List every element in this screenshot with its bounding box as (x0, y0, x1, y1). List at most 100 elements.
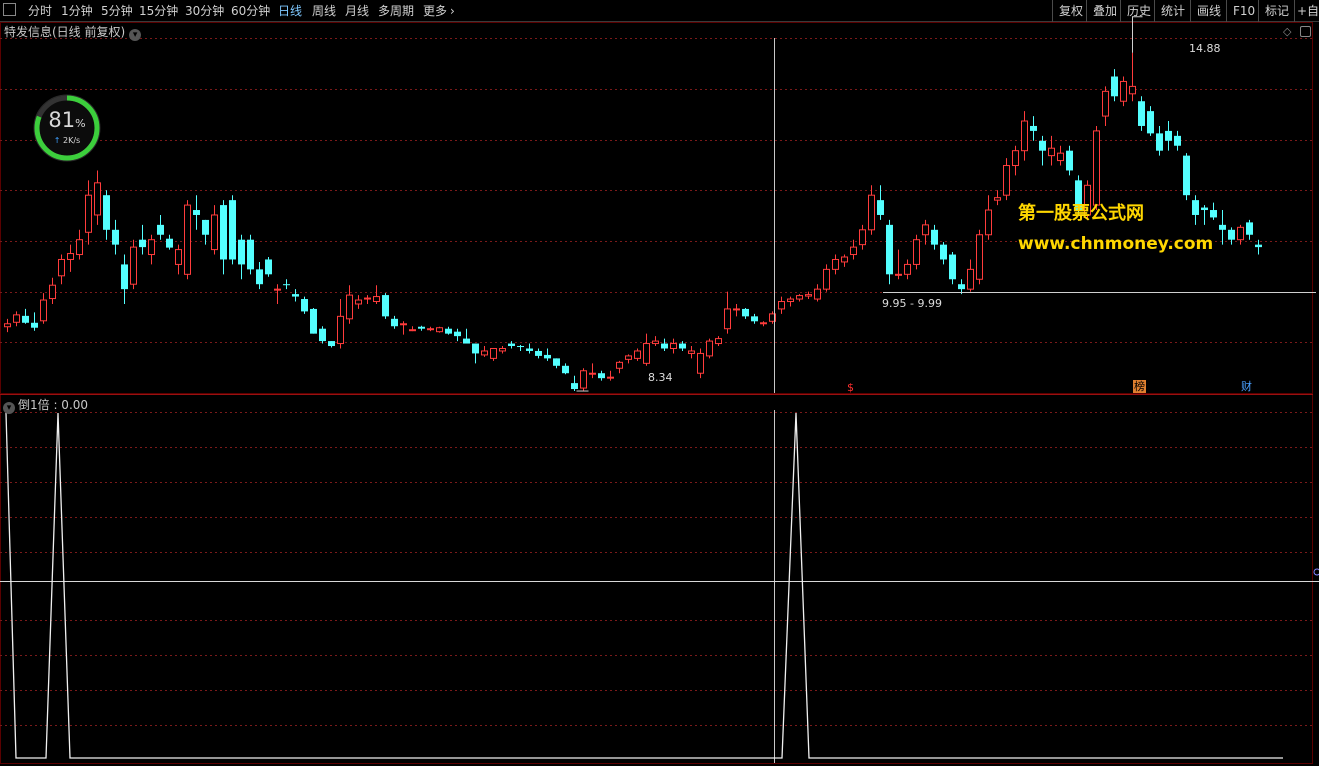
candle-body (166, 238, 173, 248)
candle-body (202, 219, 209, 235)
candle-body (958, 284, 965, 290)
candle-body (1138, 101, 1145, 126)
gauge-percent-unit: % (75, 117, 86, 130)
candle-body (148, 239, 155, 256)
candle-body (490, 347, 497, 359)
candle-body (220, 205, 227, 260)
candle-body (1174, 135, 1181, 146)
main-chart-title[interactable]: 特发信息(日线 前复权) ▾ (4, 24, 142, 41)
candle-body (787, 298, 794, 303)
candle-body (724, 308, 731, 330)
candle-body (283, 284, 290, 286)
candle-body (1066, 150, 1073, 171)
candle-body (463, 338, 470, 344)
candle-body (733, 308, 740, 311)
candle-body (1021, 120, 1028, 152)
candle-body (580, 370, 587, 389)
candle-body (688, 350, 695, 354)
watermark-title: 第一股票公式网 (1018, 203, 1144, 224)
candle-body (679, 343, 686, 349)
candle-body (112, 229, 119, 245)
candle-body (940, 244, 947, 260)
candle-body (58, 258, 65, 277)
candle-body (373, 296, 380, 303)
candle-body (1219, 224, 1226, 230)
candle-body (796, 295, 803, 300)
candle-body (571, 383, 578, 390)
chevron-down-icon[interactable]: ▾ (3, 402, 15, 414)
watermark-url: www.chnmoney.com (1018, 234, 1214, 254)
candle-body (526, 348, 533, 351)
candle-body (1147, 111, 1154, 134)
candle-body (382, 295, 389, 317)
chart-overlays (576, 16, 1316, 763)
candle-body (157, 224, 164, 235)
indicator-title[interactable]: ▾ 倒1倍 : 0.00 (3, 397, 88, 414)
candle-body (139, 239, 146, 248)
candle-body (1012, 150, 1019, 167)
diamond-icon[interactable]: ◇ (1283, 25, 1291, 38)
candle-body (193, 210, 200, 215)
candle-body (427, 328, 434, 331)
event-marker-finance[interactable]: 财 (1240, 380, 1253, 393)
candle-body (1048, 147, 1055, 157)
candle-body (175, 249, 182, 265)
candle-body (814, 288, 821, 300)
candle-body (877, 200, 884, 215)
candle-body (400, 323, 407, 326)
candle-body (85, 194, 92, 233)
candle-body (670, 343, 677, 349)
candle-body (1228, 229, 1235, 240)
candle-body (967, 268, 974, 290)
candle-body (742, 308, 749, 317)
candle-body (715, 338, 722, 345)
candle-body (31, 322, 38, 328)
indicator-line (5, 412, 1283, 759)
event-marker-dollar[interactable]: $ (846, 381, 855, 394)
candle-body (553, 358, 560, 366)
panel-toggle-icon[interactable] (1300, 26, 1311, 37)
candle-body (454, 331, 461, 337)
candle-body (1102, 90, 1109, 117)
candle-body (607, 376, 614, 379)
candle-body (706, 340, 713, 357)
candle-body (931, 229, 938, 245)
candle-body (67, 253, 74, 260)
candle-body (1111, 76, 1118, 97)
candle-body (625, 355, 632, 360)
candle-body (1210, 210, 1217, 218)
candle-body (1156, 133, 1163, 151)
candle-body (1237, 226, 1244, 241)
candle-body (778, 301, 785, 310)
candle-body (1255, 244, 1262, 248)
candle-body (184, 204, 191, 275)
candle-body (1120, 80, 1127, 102)
candle-body (13, 314, 20, 323)
stock-name-label: 特发信息(日线 前复权) (4, 25, 126, 39)
candle-body (22, 315, 29, 323)
candle-body (418, 326, 425, 329)
candle-body (256, 269, 263, 285)
candle-body (301, 299, 308, 312)
candle-body (913, 239, 920, 265)
candle-body (1057, 152, 1064, 162)
candle-body (94, 182, 101, 216)
candle-body (1093, 130, 1100, 206)
candle-body (346, 294, 353, 320)
event-marker-ranking[interactable]: 榜 (1133, 380, 1146, 393)
high-price-label: 14.88 (1189, 42, 1221, 55)
candle-body (49, 284, 56, 300)
indicator-value-label: 倒1倍 : 0.00 (18, 398, 89, 412)
candle-body (319, 328, 326, 342)
indicator-series (5, 412, 1319, 759)
candle-body (247, 239, 254, 270)
candle-body (643, 343, 650, 364)
candle-body (1039, 140, 1046, 151)
candle-body (1030, 125, 1037, 131)
candle-body (391, 318, 398, 327)
candle-body (886, 224, 893, 275)
candle-body (310, 308, 317, 334)
arrow-up-icon: ↑ (53, 136, 61, 145)
chevron-down-icon[interactable]: ▾ (129, 29, 142, 41)
candle-body (895, 273, 902, 276)
